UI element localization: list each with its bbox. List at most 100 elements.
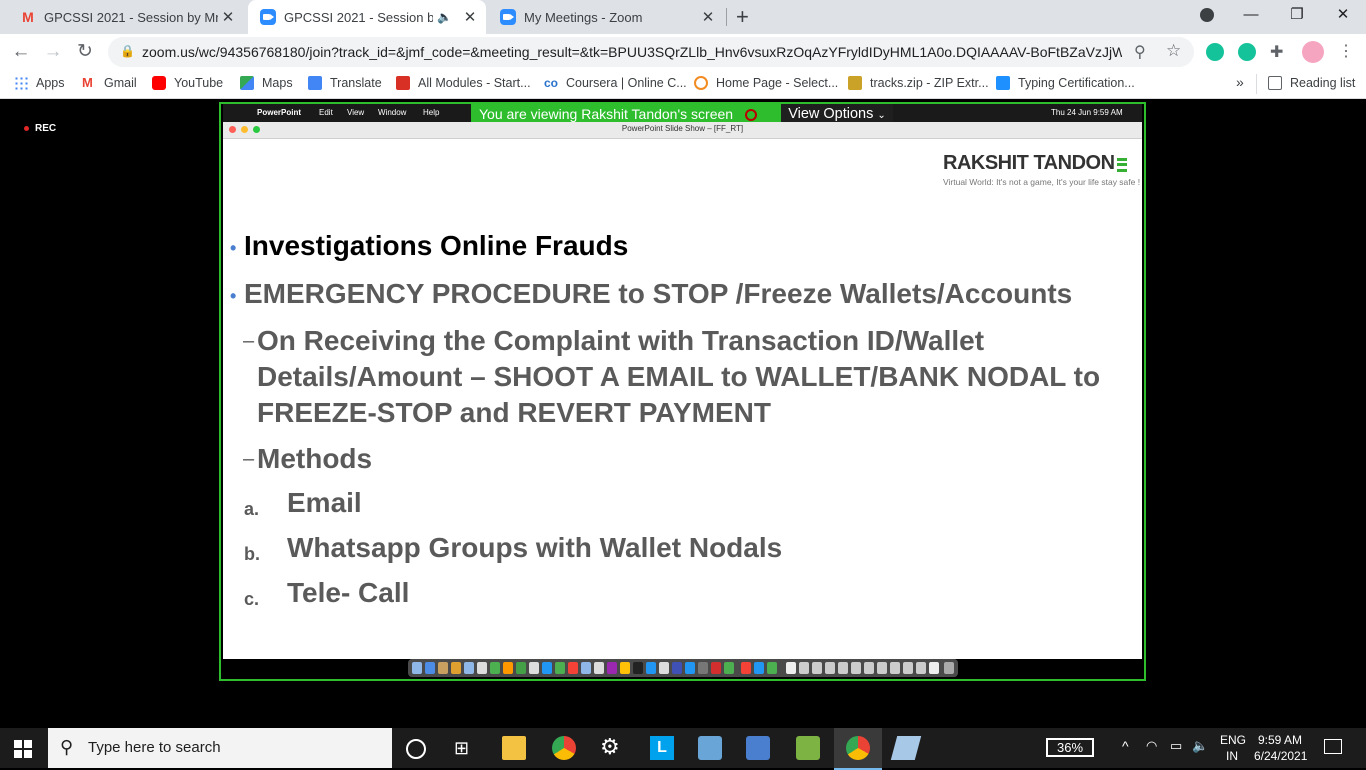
- list-letter-b: b.: [244, 544, 260, 564]
- notes-app-icon[interactable]: [890, 736, 922, 760]
- wifi-icon[interactable]: ◠: [1146, 738, 1157, 754]
- sub-point-2-text: Methods: [257, 443, 373, 474]
- tab-gpcssi-zoom[interactable]: GPCSSI 2021 - Session by Mr. Rakshit 🔈 ✕: [248, 0, 486, 34]
- bookmark-label: Maps: [262, 76, 293, 90]
- record-dot-icon: [24, 126, 29, 131]
- language-bottom[interactable]: IN: [1226, 749, 1238, 763]
- viewing-banner-text: You are viewing Rakshit Tandon's screen: [479, 106, 734, 122]
- dock-app-icons: [412, 662, 954, 674]
- battery-icon[interactable]: ▭: [1170, 738, 1182, 754]
- bookmark-label: All Modules - Start...: [418, 76, 531, 90]
- logo-mark-icon: [1116, 157, 1127, 172]
- dash-marker: –: [243, 448, 255, 470]
- close-icon[interactable]: ✕: [218, 8, 238, 26]
- bookmark-youtube[interactable]: YouTube: [152, 76, 223, 90]
- bookmark-typing-certification[interactable]: Typing Certification...: [996, 76, 1135, 90]
- grammarly-g-icon[interactable]: [1238, 43, 1256, 61]
- file-explorer-icon[interactable]: [502, 736, 526, 760]
- close-icon[interactable]: ✕: [698, 8, 718, 26]
- menu-help: Help: [423, 108, 440, 117]
- tab-gpcssi-gmail[interactable]: M GPCSSI 2021 - Session by Mr. Rakshit ✕: [8, 0, 244, 34]
- clock-date[interactable]: 6/24/2021: [1254, 749, 1307, 763]
- tab-divider: [726, 8, 727, 26]
- bookmark-coursera[interactable]: co Coursera | Online C...: [544, 76, 687, 90]
- task-view-icon[interactable]: ⊞: [454, 738, 469, 759]
- modules-icon: [396, 76, 410, 90]
- active-chrome-taskbar-item[interactable]: [834, 728, 882, 770]
- app-l-icon[interactable]: L: [650, 736, 674, 760]
- record-icon: [744, 109, 757, 122]
- sub-point-2: – Methods: [243, 441, 373, 477]
- mac-dock: [408, 659, 958, 677]
- extensions-puzzle-icon[interactable]: ✚: [1270, 42, 1283, 62]
- chrome-menu-icon[interactable]: ⋮: [1338, 41, 1354, 61]
- presentation-slide: RAKSHIT TANDON Virtual World: It's not a…: [223, 139, 1142, 659]
- restore-button[interactable]: ❐: [1274, 0, 1320, 32]
- new-tab-button[interactable]: +: [736, 4, 749, 30]
- menu-edit: Edit: [319, 108, 333, 117]
- battery-percent: 36%: [1056, 740, 1084, 755]
- speaker-icon[interactable]: 🔈: [437, 10, 452, 24]
- chrome-icon[interactable]: [552, 736, 576, 760]
- search-icon: ⚲: [60, 737, 74, 757]
- bookmark-translate[interactable]: Translate: [308, 76, 382, 90]
- view-options-button[interactable]: View Options ⌄: [781, 104, 893, 124]
- zoom-icon: [260, 9, 276, 25]
- recording-indicator: REC: [24, 123, 56, 134]
- show-hidden-icons-chevron-icon[interactable]: ^: [1122, 738, 1129, 754]
- reading-list-button[interactable]: Reading list: [1268, 76, 1355, 90]
- battery-indicator[interactable]: 36%: [1046, 738, 1094, 757]
- bookmark-star-icon[interactable]: ☆: [1166, 41, 1181, 61]
- gmail-icon: M: [82, 75, 93, 90]
- lock-icon[interactable]: 🔒: [120, 44, 135, 58]
- volume-icon[interactable]: 🔈: [1192, 738, 1208, 754]
- viewing-screen-banner: You are viewing Rakshit Tandon's screen: [471, 104, 781, 124]
- zip-icon: [848, 76, 862, 90]
- bullet-1: • Investigations Online Frauds: [230, 230, 628, 262]
- chart-app-icon[interactable]: [796, 736, 820, 760]
- menu-powerpoint: PowerPoint: [257, 108, 302, 117]
- settings-gear-icon[interactable]: ⚙: [600, 734, 620, 760]
- home-icon: [694, 76, 708, 90]
- taskbar-search-input[interactable]: ⚲ Type here to search: [48, 728, 392, 768]
- bookmark-tracks-zip[interactable]: tracks.zip - ZIP Extr...: [848, 76, 989, 90]
- bookmark-label: Gmail: [104, 76, 137, 90]
- bookmark-apps[interactable]: Apps: [14, 76, 65, 90]
- bookmark-all-modules[interactable]: All Modules - Start...: [396, 76, 531, 90]
- windows-start-button[interactable]: [14, 740, 32, 758]
- grammarly-icon[interactable]: [1206, 43, 1224, 61]
- more-bookmarks-button[interactable]: »: [1236, 74, 1244, 90]
- bookmark-home-page[interactable]: Home Page - Select...: [694, 76, 838, 90]
- sub-point-1-line-1: On Receiving the Complaint with Transact…: [257, 325, 985, 356]
- close-window-button[interactable]: ✕: [1320, 0, 1366, 32]
- clock-time[interactable]: 9:59 AM: [1258, 733, 1302, 747]
- menu-window: Window: [378, 108, 407, 117]
- cortana-icon[interactable]: [406, 739, 426, 759]
- close-icon[interactable]: ✕: [460, 8, 480, 26]
- zoom-magnifier-icon[interactable]: ⚲: [1134, 42, 1146, 62]
- tab-my-meetings[interactable]: My Meetings - Zoom ✕: [488, 0, 724, 34]
- monitor-app-icon[interactable]: [746, 736, 770, 760]
- translate-icon: [308, 76, 322, 90]
- tab-search-button[interactable]: [1184, 0, 1230, 32]
- reload-button[interactable]: ↻: [70, 37, 100, 67]
- bookmark-label: Typing Certification...: [1018, 76, 1135, 90]
- back-button[interactable]: ←: [6, 37, 36, 67]
- notification-center-icon[interactable]: [1324, 739, 1342, 754]
- bookmark-gmail[interactable]: M Gmail: [82, 75, 137, 91]
- bookmark-maps[interactable]: Maps: [240, 76, 293, 90]
- minimize-button[interactable]: —: [1228, 0, 1274, 32]
- list-item-tele-call: Tele- Call: [287, 577, 410, 608]
- search-tool-icon[interactable]: [698, 736, 722, 760]
- gmail-icon: M: [22, 9, 34, 25]
- language-top[interactable]: ENG: [1220, 733, 1246, 747]
- reading-list-label: Reading list: [1290, 76, 1356, 90]
- forward-button[interactable]: →: [38, 37, 68, 67]
- chrome-profile-icon: [846, 736, 870, 760]
- url-text[interactable]: zoom.us/wc/94356768180/join?track_id=&jm…: [142, 44, 1122, 60]
- view-options-label: View Options: [788, 106, 874, 122]
- address-bar[interactable]: 🔒 zoom.us/wc/94356768180/join?track_id=&…: [108, 37, 1194, 67]
- logo: RAKSHIT TANDON Virtual World: It's not a…: [943, 152, 1140, 187]
- reading-list-icon: [1268, 76, 1282, 90]
- profile-avatar[interactable]: [1302, 41, 1324, 63]
